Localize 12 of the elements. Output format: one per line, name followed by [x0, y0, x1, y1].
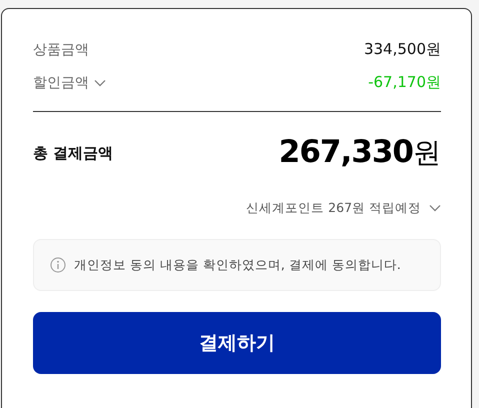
- pay-button[interactable]: 결제하기: [33, 312, 441, 374]
- row-amount: 334,500원: [364, 40, 441, 59]
- info-icon: [50, 257, 66, 273]
- total-amount: 267,330원: [278, 134, 441, 172]
- points-note: 신세계포인트 267원 적립예정: [246, 200, 421, 216]
- row-label: 할인금액: [33, 74, 89, 92]
- chevron-down-icon[interactable]: [94, 78, 106, 86]
- consent-text: 개인정보 동의 내용을 확인하였으며, 결제에 동의합니다.: [74, 256, 401, 274]
- total-label: 총 결제금액: [33, 144, 114, 162]
- row-amount: -67,170원: [368, 73, 441, 92]
- chevron-down-icon[interactable]: [429, 204, 441, 212]
- row-label: 상품금액: [33, 40, 89, 58]
